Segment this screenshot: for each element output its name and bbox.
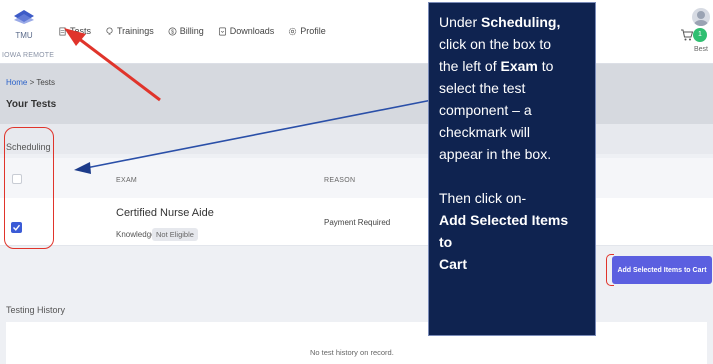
nav-item-downloads[interactable]: Downloads [218,26,275,36]
callout-line: Under Scheduling, [439,11,585,33]
scheduling-section [0,124,713,154]
column-header-exam: EXAM [116,177,138,184]
download-icon [218,27,226,35]
callout-line: the left of Exam to [439,55,585,77]
nav-label: Billing [179,26,204,36]
nav-label: Trainings [117,26,154,36]
logo-subtitle: IOWA REMOTE [2,52,55,59]
lightbulb-icon [106,27,113,35]
user-icon [694,11,708,26]
nav-item-profile[interactable]: Profile [288,26,326,36]
breadcrumb-current: Tests [36,78,55,87]
callout-text: to [537,58,554,74]
gear-icon [289,27,297,35]
callout-line: Add Selected Items to [439,209,585,253]
exam-name: Certified Nurse Aide [116,207,214,219]
nav-label: Tests [70,26,92,36]
callout-bold: Cart [439,256,468,272]
table-header [0,158,713,198]
instruction-callout: Under Scheduling, click on the box to th… [428,2,596,336]
callout-line: click on the box to [439,36,552,52]
main-nav: Tests Trainings $ Billing Downloads Prof… [58,26,326,36]
svg-text:$: $ [171,29,174,35]
callout-line: Cart [439,253,585,275]
callout-line: checkmark will [439,124,531,140]
testing-history-label: Testing History [6,305,66,315]
callout-line: select the test [439,80,526,96]
breadcrumb-home[interactable]: Home [6,78,27,87]
callout-text: the left of [439,58,501,74]
breadcrumb: Home > Tests [6,78,55,87]
callout-bold: Scheduling, [481,14,561,30]
callout-bold: Add Selected Items to [439,212,569,250]
annotation-highlight-box [4,127,54,249]
document-icon [59,27,66,35]
logo-icon [14,10,34,24]
page-header-band [0,64,713,124]
status-badge: Not Eligible [152,228,198,241]
exam-reason: Payment Required [324,218,391,227]
notification-badge: 1 [693,28,707,42]
nav-item-tests[interactable]: Tests [58,26,91,36]
user-name: Best [694,46,709,53]
logo[interactable]: TMU [6,10,42,40]
cart-icon[interactable] [680,28,694,42]
callout-line: component – a [439,102,532,118]
empty-history-text: No test history on record. [310,348,394,357]
avatar[interactable] [692,8,710,26]
page-title: Your Tests [6,99,57,110]
callout-bold: Exam [500,58,538,74]
callout-line: appear in the box. [439,146,552,162]
add-selected-to-cart-button[interactable]: Add Selected Items to Cart [612,256,712,284]
breadcrumb-separator: > [29,78,35,87]
callout-line: Then click on- [439,190,527,206]
column-header-reason: REASON [324,177,356,184]
testing-history-panel [6,322,707,364]
nav-label: Profile [300,26,326,36]
dollar-icon: $ [168,27,177,35]
exam-type: Knowledge [116,230,156,239]
logo-text: TMU [15,31,33,40]
nav-label: Downloads [229,26,275,36]
callout-text: Under [439,14,482,30]
nav-item-trainings[interactable]: Trainings [105,26,154,36]
nav-item-billing[interactable]: $ Billing [168,26,204,36]
